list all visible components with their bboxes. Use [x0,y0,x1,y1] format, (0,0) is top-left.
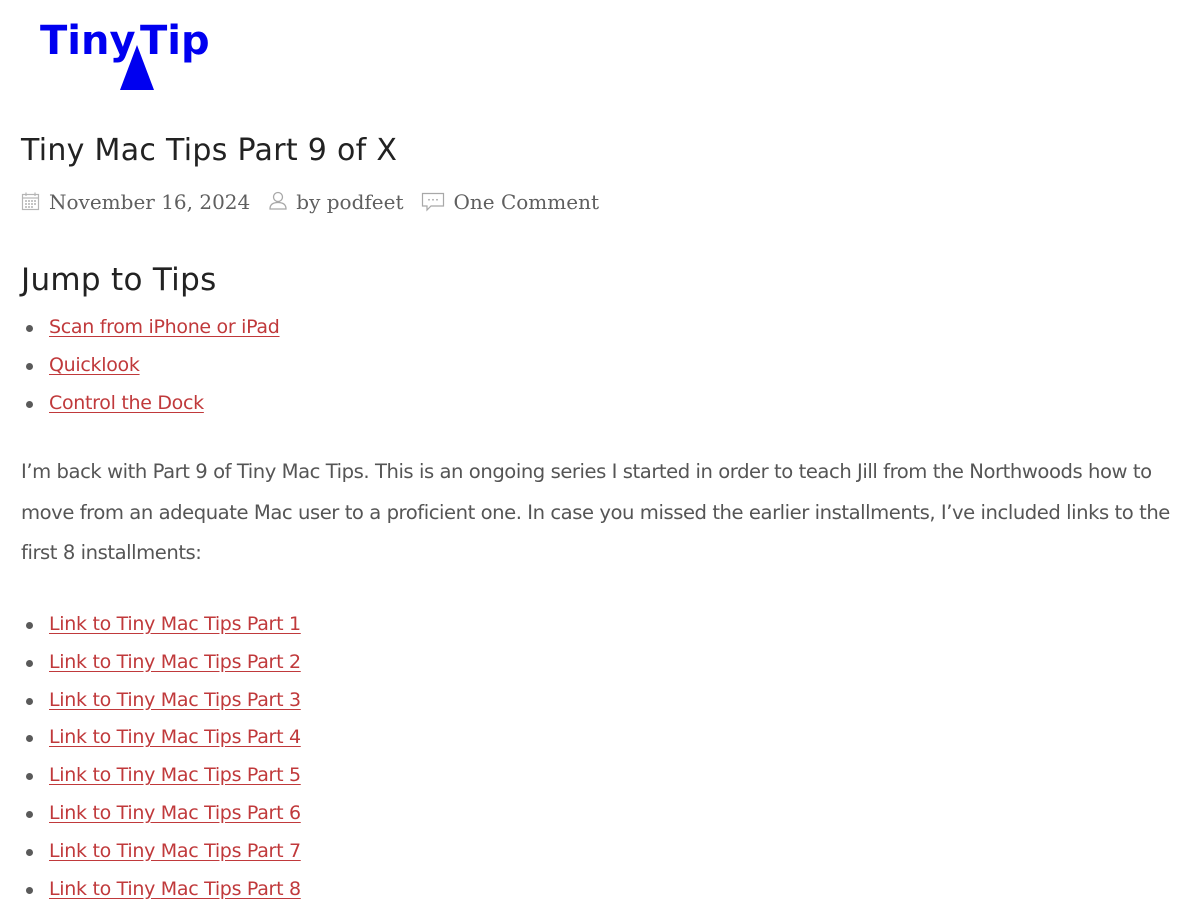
bullet-icon [26,362,33,370]
part-link-1[interactable]: Link to Tiny Mac Tips Part 1 [49,613,301,635]
list-item: Link to Tiny Mac Tips Part 4 [21,719,301,757]
list-item: Control the Dock [21,385,280,423]
bullet-icon [26,735,33,743]
post-comments[interactable]: One Comment [421,190,599,214]
intro-paragraph: I’m back with Part 9 of Tiny Mac Tips. T… [21,460,1170,564]
bullet-icon [26,773,33,781]
part-link-4[interactable]: Link to Tiny Mac Tips Part 4 [49,726,301,748]
previous-parts-list: Link to Tiny Mac Tips Part 1 Link to Tin… [21,606,301,908]
comments-link[interactable]: One Comment [453,190,599,214]
part-link-3[interactable]: Link to Tiny Mac Tips Part 3 [49,689,301,711]
comment-icon [421,191,445,213]
list-item: Link to Tiny Mac Tips Part 2 [21,644,301,682]
logo-text-left: Tiny [40,18,136,64]
user-icon [268,191,288,213]
author-link[interactable]: by podfeet [296,190,403,214]
logo-text-right: Tip [140,18,208,64]
list-item: Link to Tiny Mac Tips Part 7 [21,833,301,871]
post-meta: November 16, 2024 by podfeet One Comment [21,186,617,218]
part-link-6[interactable]: Link to Tiny Mac Tips Part 6 [49,802,301,824]
calendar-icon [21,191,41,213]
bullet-icon [26,325,33,332]
jump-link-scan[interactable]: Scan from iPhone or iPad [49,316,280,338]
list-item: Link to Tiny Mac Tips Part 6 [21,795,301,833]
bullet-icon [26,886,33,894]
jump-to-tips-heading: Jump to Tips [21,262,217,298]
jump-link-quicklook[interactable]: Quicklook [49,354,140,376]
bullet-icon [26,810,33,818]
bullet-icon [26,400,33,408]
list-item: Link to Tiny Mac Tips Part 5 [21,757,301,795]
post-date: November 16, 2024 [21,190,250,214]
list-item: Link to Tiny Mac Tips Part 8 [21,871,301,909]
part-link-2[interactable]: Link to Tiny Mac Tips Part 2 [49,651,301,673]
bullet-icon [26,697,33,705]
list-item: Link to Tiny Mac Tips Part 3 [21,682,301,720]
jump-to-tips-list: Scan from iPhone or iPad Quicklook Contr… [21,309,280,422]
part-link-5[interactable]: Link to Tiny Mac Tips Part 5 [49,764,301,786]
post-title: Tiny Mac Tips Part 9 of X [21,133,398,168]
post-author[interactable]: by podfeet [268,190,403,214]
post-date-text: November 16, 2024 [49,190,251,214]
list-item: Scan from iPhone or iPad [21,309,280,347]
part-link-7[interactable]: Link to Tiny Mac Tips Part 7 [49,840,301,862]
list-item: Link to Tiny Mac Tips Part 1 [21,606,301,644]
bullet-icon [26,659,33,667]
tinytip-logo-icon: Tiny Tip [40,18,208,90]
list-item: Quicklook [21,347,280,385]
site-logo[interactable]: Tiny Tip [38,8,208,94]
bullet-icon [26,848,33,856]
part-link-8[interactable]: Link to Tiny Mac Tips Part 8 [49,878,301,900]
bullet-icon [26,622,33,629]
jump-link-dock[interactable]: Control the Dock [49,392,204,414]
